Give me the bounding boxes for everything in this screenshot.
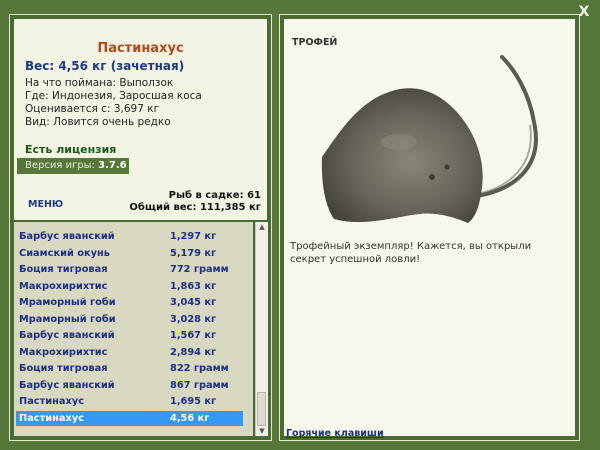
list-item[interactable]: Барбус яванский 1,567 кг [16,328,243,343]
fish-entry-name: Боция тигровая [19,264,108,275]
fish-entry-name: Барбус яванский [19,330,115,341]
fish-entry-weight: 3,045 кг [170,297,217,308]
list-item[interactable]: Макрохирихтис 1,863 кг [16,279,243,294]
list-item[interactable]: Барбус яванский 867 грамм [16,378,243,393]
fish-entry-name: Мраморный гоби [19,313,116,325]
total-weight: Общий вес: 111,385 кг [129,202,261,213]
license-status: Есть лицензия [25,143,117,156]
fish-entry-weight: 5,179 кг [170,247,217,259]
fish-entry-name: Макрохирихтис [19,346,108,358]
list-item[interactable]: Боция тигровая 772 грамм [16,262,243,277]
fish-bait: На что поймана: Выползок [25,77,174,89]
fish-name-title: Пастинахус [97,41,184,56]
scroll-thumb[interactable] [257,392,266,426]
trophy-panel: ТРОФЕЙ Трофейный экземпляр! Кажется, вы … [279,14,580,441]
menu-button[interactable]: МЕНЮ [28,199,63,210]
fish-entry-weight: 4,56 кг [170,412,210,424]
fish-entry-name: Пастинахус [19,412,85,424]
fish-valued-from: Оценивается с: 3,697 кг [25,103,160,115]
trophy-card: ТРОФЕЙ Трофейный экземпляр! Кажется, вы … [284,19,575,439]
trophy-message: Трофейный экземпляр! Кажется, вы открыли… [290,241,532,265]
catch-info-panel: Пастинахус Вес: 4,56 кг (зачетная) На чт… [9,14,272,441]
fish-entry-name: Барбус яванский [19,231,115,242]
fish-entry-weight: 822 грамм [170,363,229,374]
fish-entry-weight: 867 грамм [170,379,229,391]
list-item[interactable]: Мраморный гоби 3,028 кг [16,312,243,327]
list-item[interactable]: Пастинахус 1,695 кг [16,394,243,409]
fish-weight: Вес: 4,56 кг (зачетная) [25,59,185,73]
list-item[interactable]: Сиамский окунь 5,179 кг [16,246,243,261]
fish-info-card: Пастинахус Вес: 4,56 кг (зачетная) На чт… [14,19,267,220]
fish-rarity: Вид: Ловится очень редко [25,116,171,128]
fish-entry-weight: 1,567 кг [170,330,217,341]
list-item[interactable]: Пастинахус 4,56 кг [16,410,243,426]
fish-entry-name: Макрохирихтис [19,280,108,292]
fish-entry-weight: 1,863 кг [170,280,217,292]
fish-entry-name: Боция тигровая [19,363,108,374]
game-version: Версия игры: 3.7.6 [17,158,129,174]
fish-location: Где: Индонезия, Заросшая коса [25,90,202,102]
scroll-up-arrow-icon[interactable]: ▲ [256,222,268,232]
scroll-down-arrow-icon[interactable]: ▼ [256,426,268,436]
catch-list-scrollbar[interactable]: ▲ ▼ [255,222,268,436]
fish-entry-weight: 2,894 кг [170,346,217,358]
list-item[interactable]: Макрохирихтис 2,894 кг [16,345,243,360]
fish-entry-weight: 3,028 кг [170,313,217,325]
catch-list[interactable]: Барбус яванский 1,297 кг Сиамский окунь 5,1… [14,222,253,436]
fish-entry-name: Сиамский окунь [19,247,110,259]
fish-entry-name: Барбус яванский [19,379,115,391]
stingray-image [321,55,538,223]
version-label: Версия игры: [25,160,99,171]
list-item[interactable]: Мраморный гоби 3,045 кг [16,295,243,310]
fish-entry-weight: 1,695 кг [170,396,217,407]
hotkeys-link[interactable]: Горячие клавиши [286,428,384,439]
list-item[interactable]: Боция тигровая 822 грамм [16,361,243,376]
version-number: 3.7.6 [98,160,127,171]
fish-entry-name: Мраморный гоби [19,297,116,308]
fish-entry-name: Пастинахус [19,396,85,407]
fish-count: Рыб в садке: 61 [168,190,261,201]
list-item[interactable]: Барбус яванский 1,297 кг [16,229,243,244]
fish-entry-weight: 772 грамм [170,264,229,275]
fish-entry-weight: 1,297 кг [170,231,217,242]
